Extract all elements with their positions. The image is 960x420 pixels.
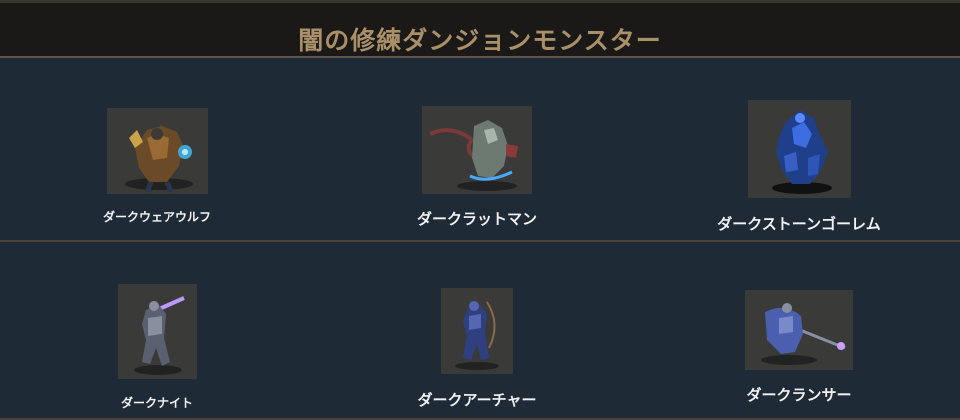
monster-thumbnail-werewolf[interactable]	[107, 108, 208, 194]
monster-name: ダークナイト	[120, 396, 194, 410]
monster-row-2: ダークナイト ダークアーチャー ダークランサー	[0, 242, 960, 420]
stone-golem-sprite	[772, 110, 832, 194]
monster-thumbnail-knight[interactable]	[118, 284, 197, 379]
lancer-sprite	[761, 303, 846, 365]
page-header: 闇の修練ダンジョンモンスター	[0, 0, 960, 58]
monster-name: ダークウェアウルフ	[102, 210, 212, 224]
knight-sprite	[134, 296, 185, 375]
monster-row-1: ダークウェアウルフ ダークラットマン ダークストーンゴーレム	[0, 58, 960, 242]
page-title: 闇の修練ダンジョンモンスター	[298, 26, 662, 55]
monster-name: ダークラットマン	[416, 210, 538, 228]
monster-thumbnail-lancer[interactable]	[745, 290, 853, 370]
monster-name: ダークストーンゴーレム	[717, 215, 881, 233]
monster-thumbnail-stone-golem[interactable]	[748, 100, 851, 198]
archer-sprite	[455, 301, 499, 370]
werewolf-sprite	[125, 126, 193, 193]
monster-name: ダークアーチャー	[417, 391, 537, 409]
monster-thumbnail-ratman[interactable]	[422, 106, 532, 194]
monster-thumbnail-archer[interactable]	[441, 288, 513, 374]
ratman-sprite	[429, 120, 518, 191]
monster-name: ダークランサー	[746, 386, 852, 404]
